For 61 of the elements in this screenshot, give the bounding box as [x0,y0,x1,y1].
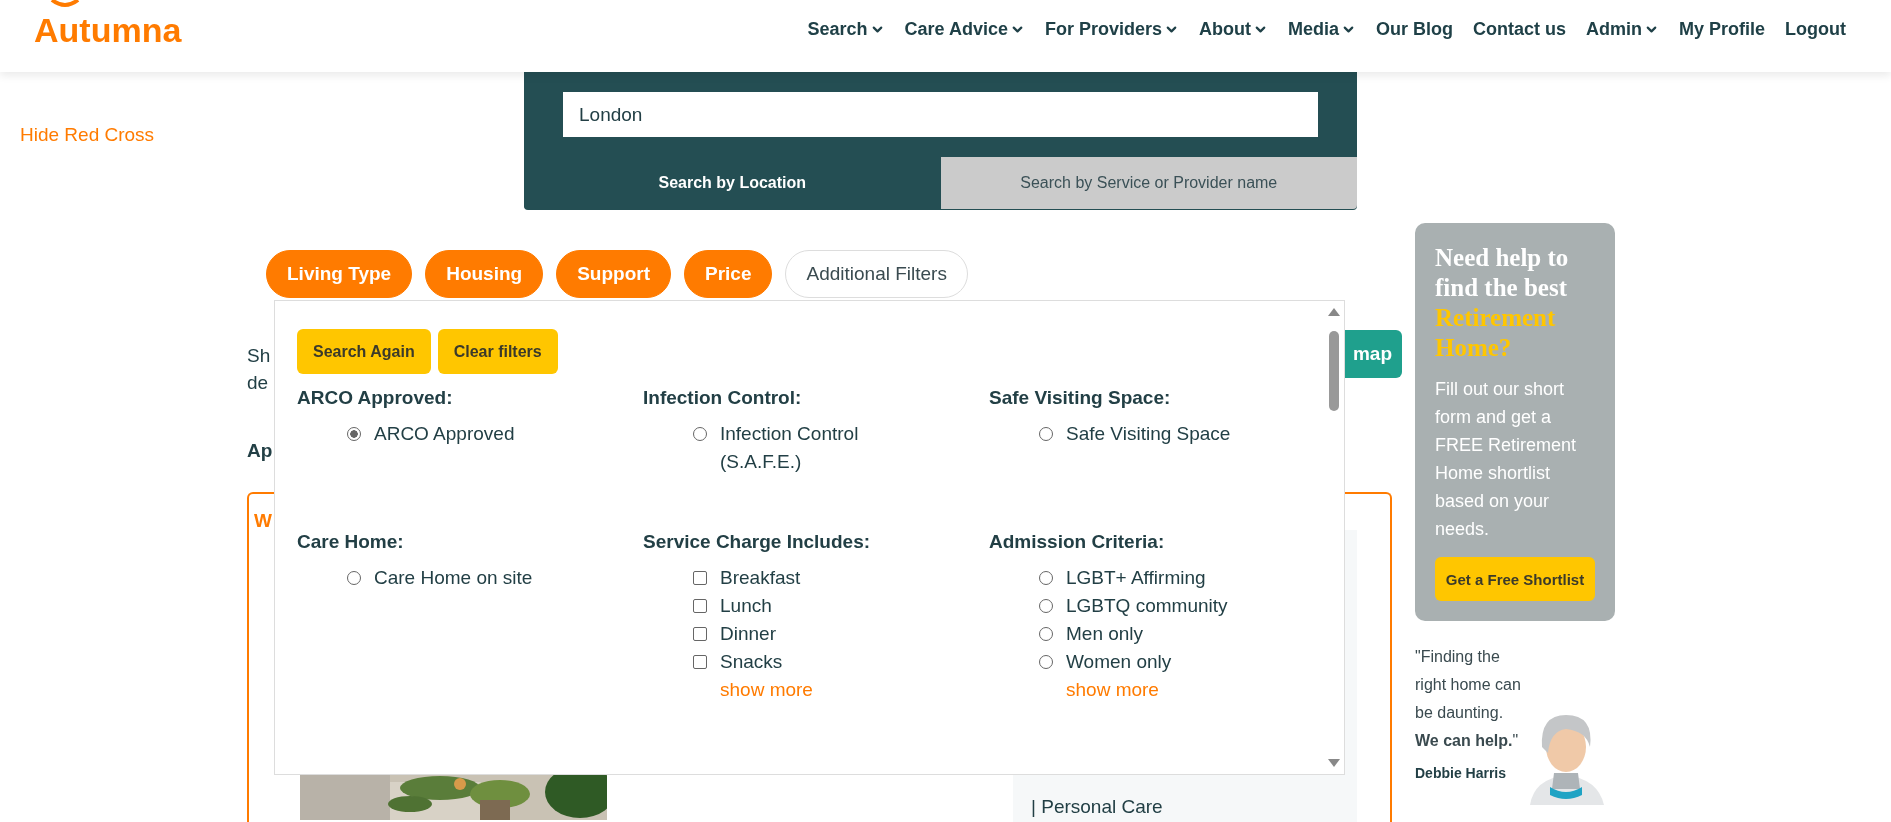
filter-pill[interactable]: Additional Filters [785,250,968,298]
option-label: LGBTQ community [1066,594,1228,618]
nav-link[interactable]: Care Advice [904,18,1025,40]
nav-link[interactable]: Media [1287,18,1356,40]
action-button[interactable]: Search Again [297,329,431,374]
results-text: Sh [247,344,271,368]
nav-link[interactable]: For Providers [1044,18,1179,40]
radio-button[interactable] [1039,599,1053,613]
filter-heading: Care Home: [297,530,405,554]
action-button[interactable]: Clear filters [437,329,558,374]
filter-heading: ARCO Approved: [297,386,454,410]
filter-heading: Service Charge Includes: [643,530,872,554]
radio-button[interactable] [1039,627,1053,641]
option-label: Lunch [720,594,772,618]
checkbox[interactable] [693,627,707,641]
shortlist-button[interactable]: Get a Free Shortlist [1435,557,1595,601]
scroll-up-icon[interactable] [1328,307,1340,317]
filter-heading: Safe Visiting Space: [989,386,1172,410]
help-text: Fill out our short form and get a FREE Retirement Home shortlist based on your needs. [1435,378,1578,541]
option-label: ARCO Approved [374,422,515,446]
option-label: Infection Control (S.A.F.E.) [720,422,860,474]
listing-title: W [254,510,272,532]
section-heading: Ap [247,440,273,462]
help-title-highlight: Retirement Home? [1435,303,1557,363]
nav-link[interactable]: Our Blog [1375,18,1453,40]
nav-link[interactable]: Contact us [1472,18,1566,40]
option-label: Men only [1066,622,1144,646]
radio-button[interactable] [1039,571,1053,585]
help-title: Need help to find the best [1435,243,1570,303]
scroll-down-icon[interactable] [1328,758,1340,768]
quote-text: "Finding the right home can be daunting. We can help." [1415,647,1522,751]
option-label: Snacks [720,650,783,674]
logo-icon [50,0,80,8]
filter-heading: Admission Criteria: [989,530,1166,554]
option-label: Women only [1066,650,1172,674]
radio-button[interactable] [1039,427,1053,441]
nav-link[interactable]: Logout [1785,18,1846,40]
option-label: Dinner [720,622,776,646]
search-field[interactable]: London [563,92,1318,137]
nav-link[interactable]: About [1198,18,1268,40]
radio-button[interactable] [347,571,361,585]
option-label: LGBT+ Affirming [1066,566,1206,590]
option-label: Care Home on site [374,566,533,590]
scrollbar-thumb[interactable] [1329,331,1339,411]
checkbox[interactable] [693,571,707,585]
checkbox[interactable] [693,599,707,613]
logo: Autumna [34,12,182,48]
search-tab[interactable]: Search by Service or Provider name [940,157,1357,209]
quote-author: Debbie Harris [1415,765,1508,781]
nav-link[interactable]: Search [807,18,885,40]
nav-link[interactable]: My Profile [1679,18,1765,40]
checkbox[interactable] [693,655,707,669]
radio-button[interactable] [347,427,361,441]
services-text: | Personal Care [1031,796,1163,818]
radio-button[interactable] [1039,655,1053,669]
option-label: Breakfast [720,566,801,590]
nav-link[interactable]: Admin [1586,18,1659,40]
radio-button[interactable] [693,427,707,441]
option-label: Safe Visiting Space [1066,422,1231,446]
results-text: de [247,371,269,395]
filter-heading: Infection Control: [643,386,803,410]
